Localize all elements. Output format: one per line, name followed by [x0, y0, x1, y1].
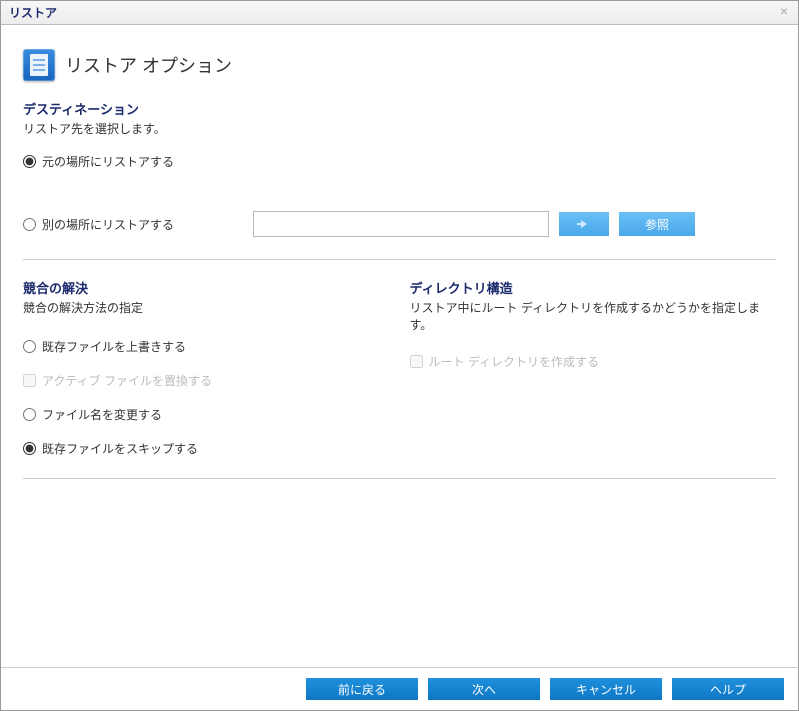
rename-row: ファイル名を変更する: [23, 404, 390, 424]
skip-row: 既存ファイルをスキップする: [23, 438, 390, 458]
footer: 前に戻る 次へ キャンセル ヘルプ: [1, 667, 798, 710]
destination-desc: リストア先を選択します。: [23, 120, 776, 137]
close-icon[interactable]: ×: [776, 4, 792, 20]
restore-path-input[interactable]: [253, 211, 549, 237]
section-divider-2: [23, 478, 776, 479]
restore-alt-radio[interactable]: [23, 218, 36, 231]
restore-alt-label[interactable]: 別の場所にリストアする: [42, 216, 174, 233]
rename-label[interactable]: ファイル名を変更する: [42, 406, 162, 423]
overwrite-radio[interactable]: [23, 340, 36, 353]
conflict-desc: 競合の解決方法の指定: [23, 299, 390, 316]
overwrite-row: 既存ファイルを上書きする: [23, 336, 390, 356]
restore-original-radio[interactable]: [23, 155, 36, 168]
conflict-section: 競合の解決 競合の解決方法の指定 既存ファイルを上書きする アクティブ ファイル…: [23, 278, 390, 472]
rename-radio[interactable]: [23, 408, 36, 421]
destination-title: デスティネーション: [23, 99, 776, 118]
dir-desc: リストア中にルート ディレクトリを作成するかどうかを指定します。: [410, 299, 777, 333]
overwrite-label[interactable]: 既存ファイルを上書きする: [42, 338, 186, 355]
restore-alt-row: 別の場所にリストアする 参照: [23, 211, 776, 237]
replace-active-row: アクティブ ファイルを置換する: [23, 370, 390, 390]
cancel-button[interactable]: キャンセル: [550, 678, 662, 700]
options-columns: 競合の解決 競合の解決方法の指定 既存ファイルを上書きする アクティブ ファイル…: [23, 278, 776, 472]
content-area: リストア オプション デスティネーション リストア先を選択します。 元の場所にリ…: [1, 25, 798, 667]
skip-radio[interactable]: [23, 442, 36, 455]
replace-active-label: アクティブ ファイルを置換する: [42, 372, 212, 389]
window-title: リストア: [9, 4, 57, 21]
page-title: リストア オプション: [65, 52, 232, 78]
restore-alt-radio-row: 別の場所にリストアする: [23, 214, 243, 234]
help-button[interactable]: ヘルプ: [672, 678, 784, 700]
path-go-button[interactable]: [559, 212, 609, 236]
create-root-checkbox: [410, 355, 423, 368]
create-root-row: ルート ディレクトリを作成する: [410, 353, 777, 370]
conflict-title: 競合の解決: [23, 278, 390, 297]
skip-label[interactable]: 既存ファイルをスキップする: [42, 440, 198, 457]
restore-icon: [23, 49, 55, 81]
back-button[interactable]: 前に戻る: [306, 678, 418, 700]
destination-section: デスティネーション リストア先を選択します。 元の場所にリストアする 別の場所に…: [23, 99, 776, 237]
restore-original-label[interactable]: 元の場所にリストアする: [42, 153, 174, 170]
next-button[interactable]: 次へ: [428, 678, 540, 700]
title-bar: リストア ×: [1, 1, 798, 25]
dir-title: ディレクトリ構造: [410, 278, 777, 297]
dir-structure-section: ディレクトリ構造 リストア中にルート ディレクトリを作成するかどうかを指定します…: [410, 278, 777, 472]
create-root-label: ルート ディレクトリを作成する: [429, 353, 600, 370]
restore-original-row: 元の場所にリストアする: [23, 151, 776, 171]
page-heading: リストア オプション: [23, 49, 776, 81]
browse-button[interactable]: 参照: [619, 212, 695, 236]
arrow-right-icon: [581, 220, 587, 228]
section-divider-1: [23, 259, 776, 260]
replace-active-checkbox: [23, 374, 36, 387]
restore-dialog: リストア × リストア オプション デスティネーション リストア先を選択します。…: [0, 0, 799, 711]
